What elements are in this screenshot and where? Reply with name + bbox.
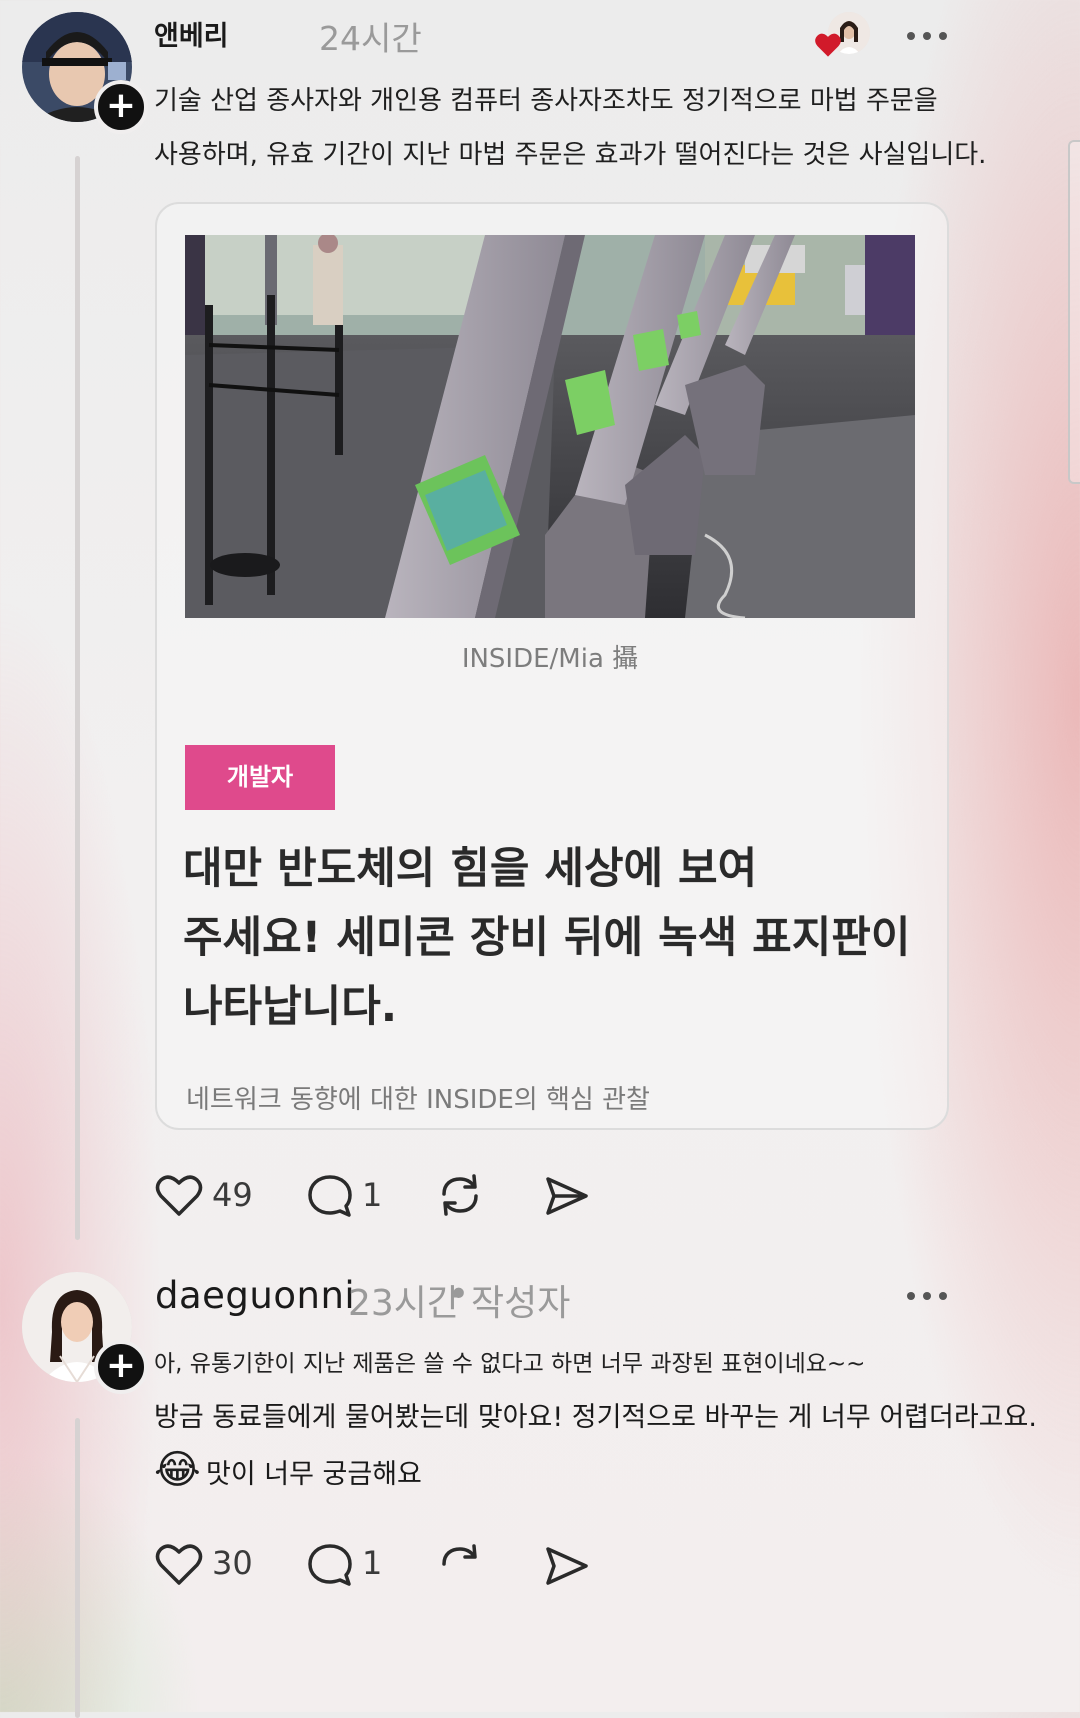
red-heart-icon xyxy=(814,32,842,58)
author-username[interactable]: 앤베리 xyxy=(154,14,229,53)
heart-icon[interactable] xyxy=(155,1542,203,1586)
comment-line-1: 아, 유통기한이 지난 제품은 쓸 수 없다고 하면 너무 과장된 표현이네요~… xyxy=(154,1351,866,1377)
more-dots-icon[interactable] xyxy=(906,1280,948,1301)
author-label: 작성자 xyxy=(471,1283,571,1324)
scrollbar-thumb[interactable] xyxy=(1068,140,1080,484)
laughing-emoji-icon: 😂 xyxy=(154,1447,201,1493)
meta-separator: • xyxy=(448,1274,470,1315)
comment-count: 1 xyxy=(362,1544,383,1582)
post-body-line-1: 기술 산업 종사자와 개인용 컴퓨터 종사자조차도 정기적으로 마법 주문을 xyxy=(154,86,938,116)
repost-icon[interactable] xyxy=(436,1542,484,1588)
speech-bubble-icon[interactable] xyxy=(306,1173,354,1219)
photo-caption: INSIDE/Mia 攝 xyxy=(461,644,639,674)
follow-plus-icon[interactable]: + xyxy=(94,1340,148,1394)
card-footer-text: 네트워크 동향에 대한 INSIDE의 핵심 관찰 xyxy=(186,1085,650,1115)
heart-icon[interactable] xyxy=(155,1173,203,1217)
send-icon[interactable] xyxy=(544,1174,590,1218)
post-body-line-2: 사용하며, 유효 기간이 지난 마법 주문은 효과가 떨어진다는 것은 사실입니… xyxy=(154,140,987,170)
article-headline-line-2: 주세요! 세미콘 장비 뒤에 녹색 표지판이 xyxy=(183,913,911,963)
article-headline-line-3: 나타납니다. xyxy=(183,982,398,1032)
comment-time: 23시간 xyxy=(348,1283,461,1324)
speech-bubble-icon[interactable] xyxy=(306,1542,354,1588)
follow-plus-icon[interactable]: + xyxy=(94,80,148,134)
more-dots-icon[interactable] xyxy=(906,20,948,41)
thread-line xyxy=(75,156,80,1240)
like-count: 49 xyxy=(212,1176,253,1214)
comment-line-2: 방금 동료들에게 물어봤는데 맞아요! 정기적으로 바꾸는 게 너무 어렵더라고… xyxy=(154,1402,1037,1433)
category-tag[interactable]: 개발자 xyxy=(185,745,335,810)
commenter-username[interactable]: daeguonni xyxy=(155,1274,355,1317)
comment-line-3: 맛이 너무 궁금해요 xyxy=(206,1459,422,1490)
like-count: 30 xyxy=(212,1544,253,1582)
post-time: 24시간 xyxy=(319,19,422,58)
send-icon[interactable] xyxy=(544,1544,590,1588)
article-headline-line-1: 대만 반도체의 힘을 세상에 보여 xyxy=(183,844,758,894)
repost-icon[interactable] xyxy=(436,1172,484,1218)
kiosk-photo[interactable] xyxy=(185,235,915,618)
comment-count: 1 xyxy=(362,1176,383,1214)
thread-line xyxy=(75,1418,80,1718)
